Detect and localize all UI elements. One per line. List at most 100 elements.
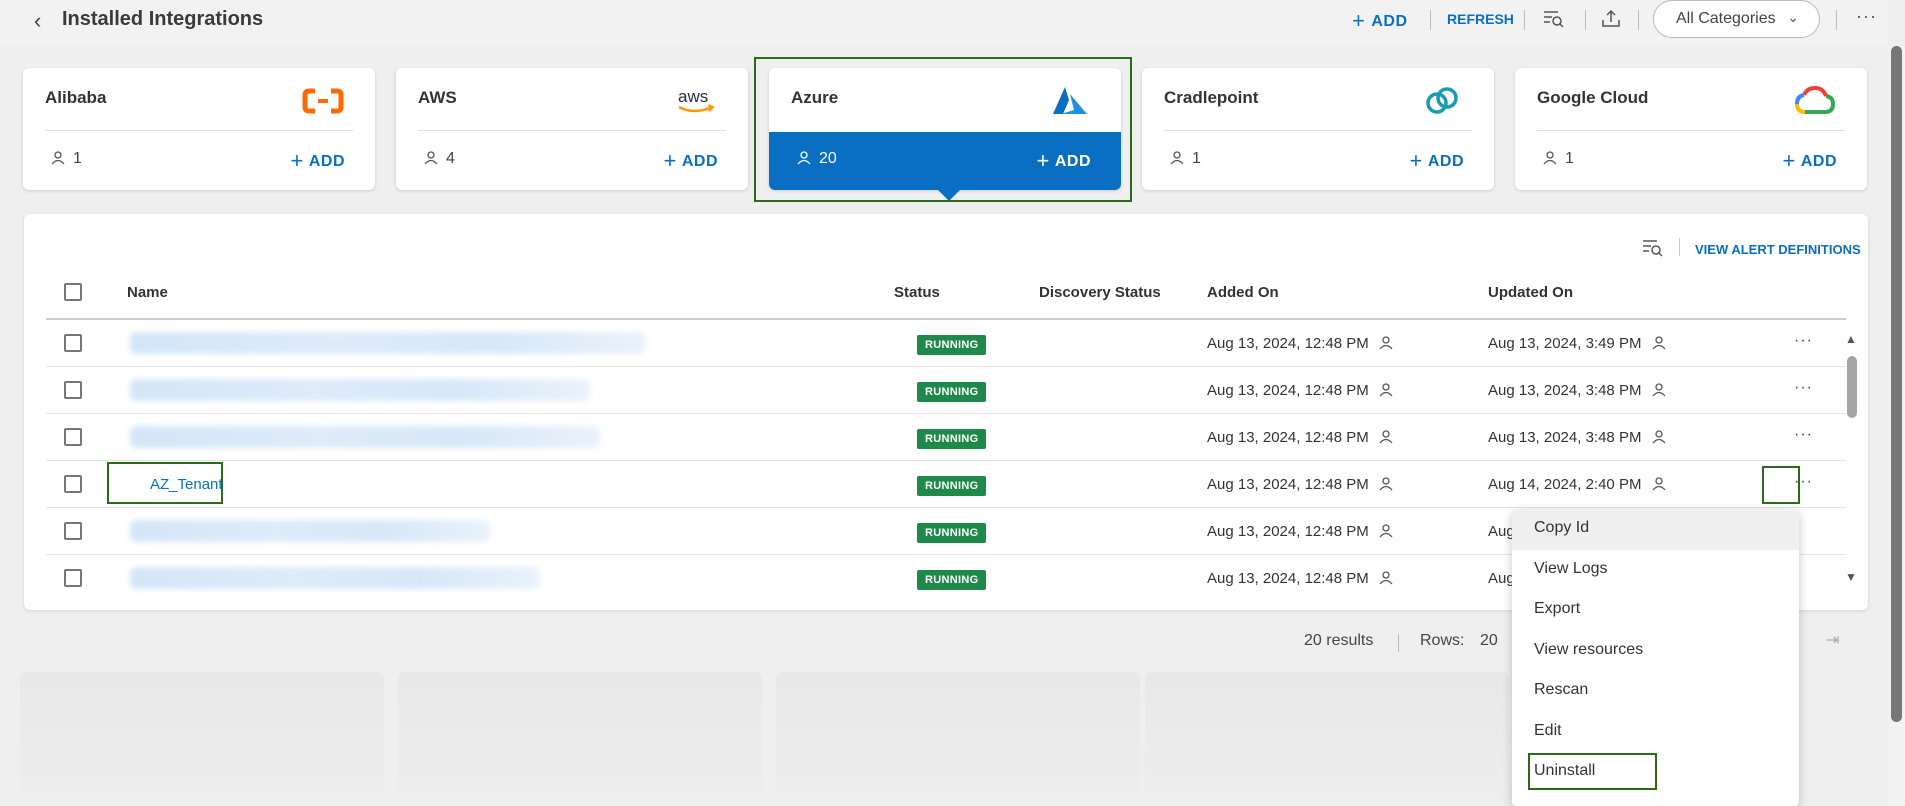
added-on-cell: Aug 13, 2024, 12:48 PM bbox=[1207, 570, 1401, 587]
menu-item-copy-id[interactable]: Copy Id bbox=[1512, 510, 1799, 550]
scroll-down-icon[interactable]: ▼ bbox=[1845, 570, 1857, 584]
added-on-cell: Aug 13, 2024, 12:48 PM bbox=[1207, 335, 1401, 352]
status-badge: RUNNING bbox=[917, 335, 987, 355]
row-checkbox[interactable] bbox=[64, 475, 82, 493]
updated-on-value: Aug 13, 2024, 3:48 PM bbox=[1488, 429, 1642, 446]
row-actions-icon[interactable]: ··· bbox=[1794, 426, 1813, 444]
row-actions-icon[interactable]: ··· bbox=[1794, 379, 1813, 397]
row-checkbox[interactable] bbox=[64, 428, 82, 446]
skeleton-card bbox=[776, 672, 1140, 806]
more-options-icon[interactable]: ··· bbox=[1856, 6, 1877, 27]
user-icon[interactable] bbox=[1379, 571, 1393, 585]
add-label: ADD bbox=[681, 153, 718, 170]
chevron-down-icon: ⌄ bbox=[1787, 9, 1799, 25]
row-actions-icon[interactable]: ··· bbox=[1794, 332, 1813, 350]
card-add-button[interactable]: + ADD bbox=[1782, 148, 1837, 174]
card-divider bbox=[1164, 130, 1472, 131]
divider bbox=[1836, 10, 1837, 30]
added-on-value: Aug 13, 2024, 12:48 PM bbox=[1207, 382, 1369, 399]
card-add-button[interactable]: + ADD bbox=[1409, 148, 1464, 174]
plus-icon: + bbox=[1352, 8, 1366, 33]
filter-search-icon[interactable] bbox=[1542, 7, 1564, 29]
updated-on-cell: Aug 13, 2024, 3:48 PM bbox=[1488, 429, 1674, 446]
column-header-name[interactable]: Name bbox=[127, 284, 168, 301]
row-checkbox[interactable] bbox=[64, 522, 82, 540]
table-scrollbar-thumb[interactable] bbox=[1847, 356, 1857, 418]
row-checkbox[interactable] bbox=[64, 334, 82, 352]
redacted-name[interactable] bbox=[130, 520, 490, 542]
last-page-icon[interactable]: ⇥ bbox=[1826, 630, 1839, 650]
menu-item-export[interactable]: Export bbox=[1512, 591, 1799, 631]
back-chevron-icon[interactable]: ‹ bbox=[34, 8, 41, 34]
user-icon[interactable] bbox=[1379, 430, 1393, 444]
user-icon[interactable] bbox=[1652, 383, 1666, 397]
view-alert-definitions-link[interactable]: VIEW ALERT DEFINITIONS bbox=[1695, 242, 1861, 257]
export-icon[interactable] bbox=[1600, 7, 1622, 29]
updated-on-cell: Aug bbox=[1488, 570, 1515, 587]
added-on-value: Aug 13, 2024, 12:48 PM bbox=[1207, 335, 1369, 352]
scroll-up-icon[interactable]: ▲ bbox=[1845, 332, 1857, 346]
page-scrollbar-thumb[interactable] bbox=[1891, 46, 1902, 722]
table-row[interactable]: AZ_Tenant RUNNING Aug 13, 2024, 12:48 PM… bbox=[46, 461, 1846, 508]
user-icon[interactable] bbox=[1379, 383, 1393, 397]
added-on-value: Aug 13, 2024, 12:48 PM bbox=[1207, 570, 1369, 587]
added-on-cell: Aug 13, 2024, 12:48 PM bbox=[1207, 476, 1401, 493]
redacted-name[interactable] bbox=[130, 426, 600, 448]
refresh-button[interactable]: REFRESH bbox=[1447, 11, 1514, 27]
row-checkbox[interactable] bbox=[64, 381, 82, 399]
card-cradlepoint[interactable]: Cradlepoint 1 + ADD bbox=[1142, 68, 1494, 190]
column-header-discovery-status[interactable]: Discovery Status bbox=[1039, 284, 1161, 301]
user-icon[interactable] bbox=[1379, 477, 1393, 491]
row-checkbox[interactable] bbox=[64, 569, 82, 587]
google-cloud-logo-icon bbox=[1795, 85, 1836, 114]
plus-icon: + bbox=[1782, 148, 1796, 173]
category-select[interactable]: All Categories ⌄ bbox=[1653, 0, 1820, 38]
updated-on-value: Aug 13, 2024, 3:49 PM bbox=[1488, 335, 1642, 352]
alibaba-logo-icon bbox=[302, 88, 344, 114]
select-all-checkbox[interactable] bbox=[64, 283, 82, 301]
table-row[interactable]: RUNNING Aug 13, 2024, 12:48 PM Aug 13, 2… bbox=[46, 320, 1846, 367]
menu-item-edit[interactable]: Edit bbox=[1512, 713, 1799, 753]
card-user-count: 4 bbox=[424, 150, 455, 168]
user-icon[interactable] bbox=[1652, 430, 1666, 444]
highlight-box-azure bbox=[754, 57, 1132, 202]
add-integration-button[interactable]: + ADD bbox=[1352, 8, 1408, 34]
menu-item-view-logs[interactable]: View Logs bbox=[1512, 551, 1799, 591]
highlight-box-name bbox=[107, 462, 223, 504]
card-aws[interactable]: AWS aws 4 + ADD bbox=[396, 68, 748, 190]
rows-per-page-select[interactable]: 20 bbox=[1480, 632, 1498, 650]
skeleton-card bbox=[1145, 672, 1509, 806]
table-row[interactable]: RUNNING Aug 13, 2024, 12:48 PM Aug 13, 2… bbox=[46, 367, 1846, 414]
card-title: AWS bbox=[418, 88, 457, 107]
column-header-status[interactable]: Status bbox=[894, 284, 940, 301]
card-user-count: 1 bbox=[1170, 150, 1201, 168]
svg-text:aws: aws bbox=[678, 87, 708, 106]
redacted-name[interactable] bbox=[130, 379, 590, 401]
added-on-cell: Aug 13, 2024, 12:48 PM bbox=[1207, 523, 1401, 540]
redacted-name[interactable] bbox=[130, 567, 540, 589]
user-icon[interactable] bbox=[1652, 477, 1666, 491]
column-header-updated-on[interactable]: Updated On bbox=[1488, 284, 1573, 301]
card-add-button[interactable]: + ADD bbox=[663, 148, 718, 174]
divider bbox=[1430, 10, 1431, 30]
menu-item-rescan[interactable]: Rescan bbox=[1512, 672, 1799, 712]
added-on-value: Aug 13, 2024, 12:48 PM bbox=[1207, 429, 1369, 446]
filter-search-icon[interactable] bbox=[1641, 236, 1663, 258]
user-icon[interactable] bbox=[1652, 336, 1666, 350]
updated-on-cell: Aug bbox=[1488, 523, 1515, 540]
user-icon[interactable] bbox=[1379, 524, 1393, 538]
table-row[interactable]: RUNNING Aug 13, 2024, 12:48 PM Aug 13, 2… bbox=[46, 414, 1846, 461]
user-icon[interactable] bbox=[1379, 336, 1393, 350]
card-add-button[interactable]: + ADD bbox=[290, 148, 345, 174]
card-title: Cradlepoint bbox=[1164, 88, 1259, 107]
add-label: ADD bbox=[1427, 153, 1464, 170]
results-count: 20 results bbox=[1304, 632, 1374, 649]
user-icon bbox=[1170, 151, 1184, 165]
column-header-added-on[interactable]: Added On bbox=[1207, 284, 1279, 301]
redacted-name[interactable] bbox=[130, 332, 646, 354]
status-badge: RUNNING bbox=[917, 429, 987, 449]
menu-item-view-resources[interactable]: View resources bbox=[1512, 632, 1799, 672]
card-alibaba[interactable]: Alibaba 1 + ADD bbox=[23, 68, 375, 190]
divider bbox=[1679, 238, 1680, 256]
card-google-cloud[interactable]: Google Cloud 1 + ADD bbox=[1515, 68, 1867, 190]
